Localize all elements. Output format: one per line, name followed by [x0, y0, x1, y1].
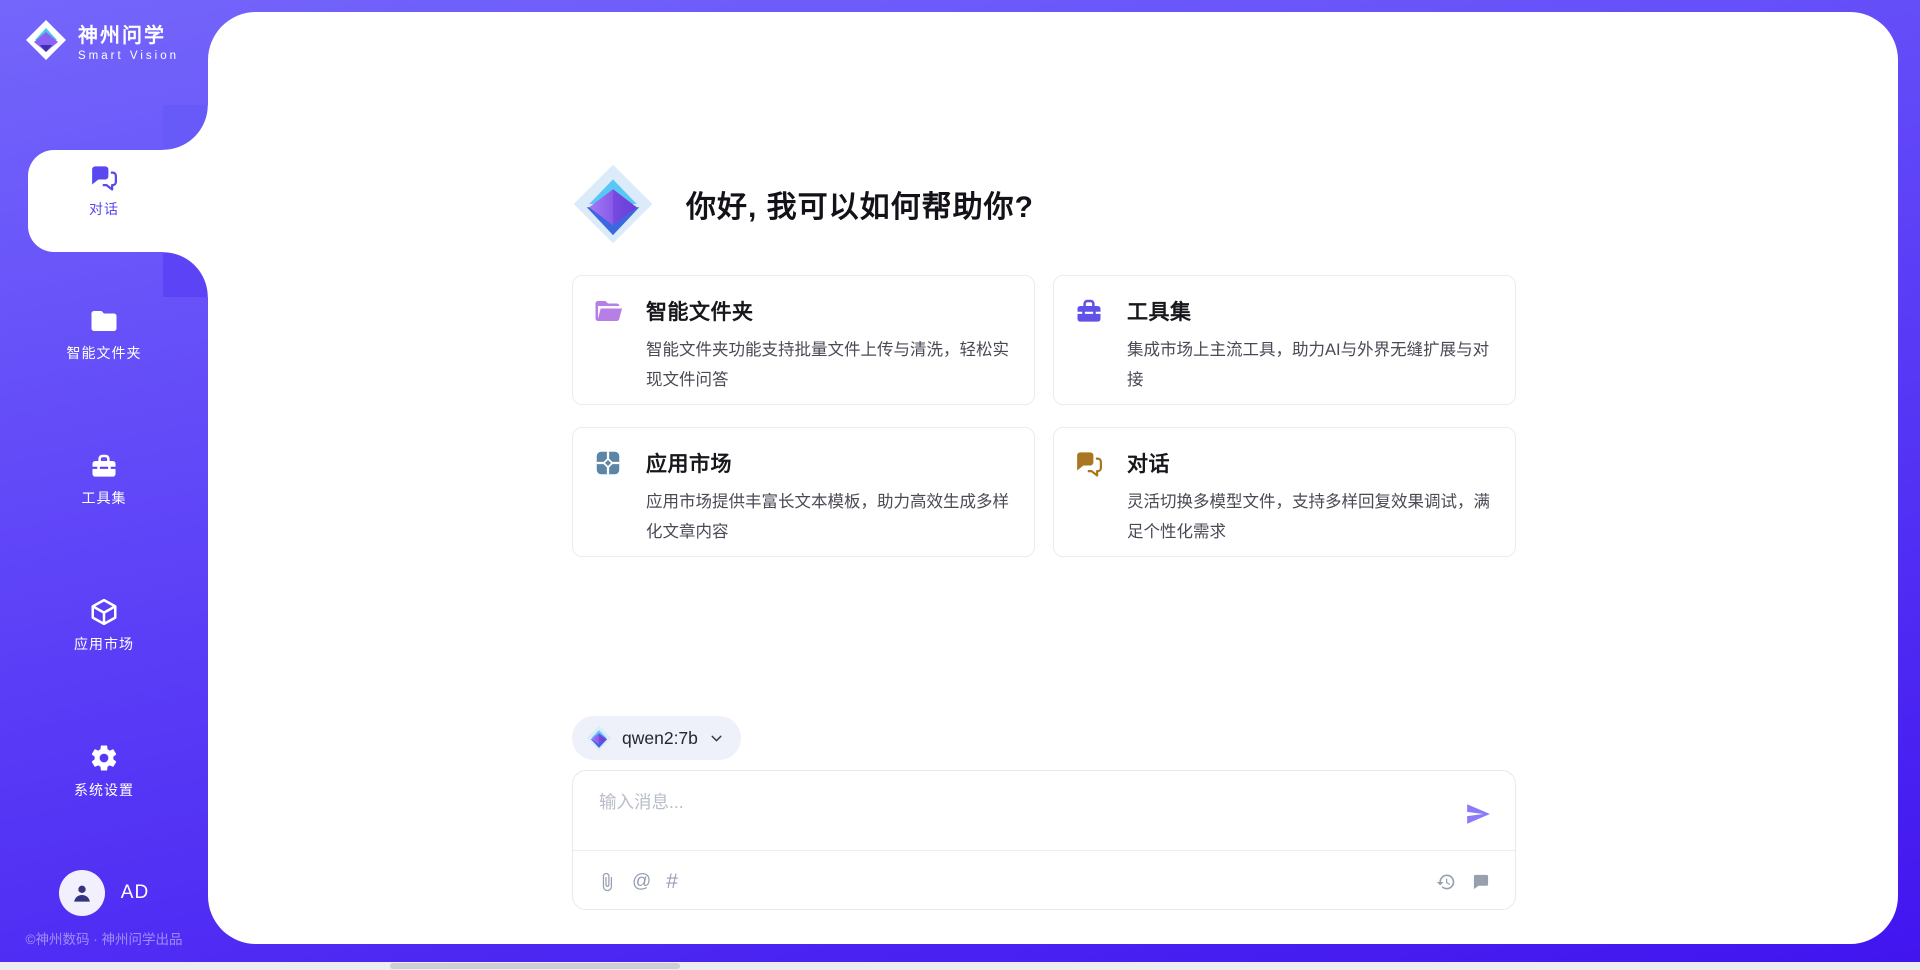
- chevron-down-icon: [708, 730, 725, 747]
- chat-icon: [1074, 448, 1104, 478]
- folder-icon: [89, 306, 119, 336]
- card-title: 应用市场: [646, 448, 732, 478]
- paperclip-icon: [597, 872, 617, 892]
- horizontal-scrollbar: [0, 962, 1920, 970]
- sidebar-item-toolset[interactable]: 工具集: [0, 451, 208, 508]
- greeting-title: 你好, 我可以如何帮助你?: [686, 182, 1034, 226]
- composer-toolbar: @ #: [597, 867, 1491, 897]
- brand-diamond-icon: [24, 18, 68, 62]
- attach-file-button[interactable]: [597, 872, 617, 892]
- tab-fillet-top: [163, 105, 208, 150]
- send-button[interactable]: [1465, 801, 1491, 827]
- toolbox-icon: [89, 451, 119, 481]
- sidebar-item-chat[interactable]: 对话: [0, 150, 208, 219]
- card-title: 智能文件夹: [646, 296, 754, 326]
- scrollbar-thumb[interactable]: [390, 963, 680, 969]
- card-desc: 智能文件夹功能支持批量文件上传与清洗，轻松实现文件问答: [646, 335, 1010, 395]
- message-composer: @ #: [572, 770, 1516, 910]
- user-account-chip[interactable]: AD: [0, 870, 208, 916]
- sidebar-item-app-market[interactable]: 应用市场: [0, 597, 208, 654]
- copyright-text: ©神州数码 · 神州问学出品: [0, 928, 208, 948]
- grid-market-icon: [593, 448, 623, 478]
- cube-icon: [89, 597, 119, 627]
- sidebar-item-label: 系统设置: [74, 780, 134, 800]
- history-clock-icon: [1436, 872, 1456, 892]
- card-desc: 集成市场上主流工具，助力AI与外界无缝扩展与对接: [1127, 335, 1491, 395]
- card-desc: 灵活切换多模型文件，支持多样回复效果调试，满足个性化需求: [1127, 487, 1491, 547]
- history-button[interactable]: [1436, 872, 1456, 892]
- greeting-block: 你好, 我可以如何帮助你?: [572, 163, 1034, 245]
- brand-diamond-icon: [586, 725, 612, 751]
- feature-card-smart-folder[interactable]: 智能文件夹 智能文件夹功能支持批量文件上传与清洗，轻松实现文件问答: [572, 275, 1035, 405]
- card-title: 对话: [1127, 448, 1170, 478]
- sidebar: 神州问学 Smart Vision 对话 智能文件夹 工具集 应: [0, 0, 208, 970]
- feature-card-chat[interactable]: 对话 灵活切换多模型文件，支持多样回复效果调试，满足个性化需求: [1053, 427, 1516, 557]
- hash-icon: #: [666, 870, 678, 894]
- sidebar-item-label: 对话: [89, 199, 119, 219]
- main-content: 你好, 我可以如何帮助你? 智能文件夹 智能文件夹功能支持批量文件上传与清洗，轻…: [208, 12, 1898, 944]
- sidebar-item-smart-folder[interactable]: 智能文件夹: [0, 306, 208, 363]
- composer-divider: [573, 850, 1515, 851]
- sidebar-item-label: 应用市场: [74, 634, 134, 654]
- brand-name-en: Smart Vision: [78, 50, 179, 62]
- user-initials: AD: [121, 882, 149, 904]
- folder-open-icon: [593, 296, 623, 326]
- avatar: [59, 870, 105, 916]
- toolbox-icon: [1074, 296, 1104, 326]
- feature-card-app-market[interactable]: 应用市场 应用市场提供丰富长文本模板，助力高效生成多样化文章内容: [572, 427, 1035, 557]
- sidebar-item-label: 工具集: [82, 488, 127, 508]
- chat-bubble-icon: [1471, 872, 1491, 892]
- model-selector[interactable]: qwen2:7b: [572, 716, 741, 760]
- brand-logo: 神州问学 Smart Vision: [24, 18, 179, 62]
- person-icon: [69, 880, 95, 906]
- brand-diamond-icon: [572, 163, 654, 245]
- gear-icon: [89, 743, 119, 773]
- brand-name-cn: 神州问学: [78, 19, 179, 48]
- card-desc: 应用市场提供丰富长文本模板，助力高效生成多样化文章内容: [646, 487, 1010, 547]
- message-input[interactable]: [599, 789, 1419, 845]
- sidebar-item-label: 智能文件夹: [67, 343, 142, 363]
- card-title: 工具集: [1127, 296, 1192, 326]
- feature-cards: 智能文件夹 智能文件夹功能支持批量文件上传与清洗，轻松实现文件问答 工具集 集成…: [572, 275, 1516, 557]
- sidebar-item-settings[interactable]: 系统设置: [0, 743, 208, 800]
- feature-card-toolset[interactable]: 工具集 集成市场上主流工具，助力AI与外界无缝扩展与对接: [1053, 275, 1516, 405]
- mention-button[interactable]: @: [632, 871, 651, 893]
- chat-icon: [89, 162, 119, 192]
- model-name: qwen2:7b: [622, 728, 698, 749]
- topic-button[interactable]: #: [666, 870, 678, 894]
- tab-fillet-bottom: [163, 252, 208, 297]
- at-icon: @: [632, 871, 651, 893]
- conversation-button[interactable]: [1471, 872, 1491, 892]
- send-icon: [1465, 801, 1491, 827]
